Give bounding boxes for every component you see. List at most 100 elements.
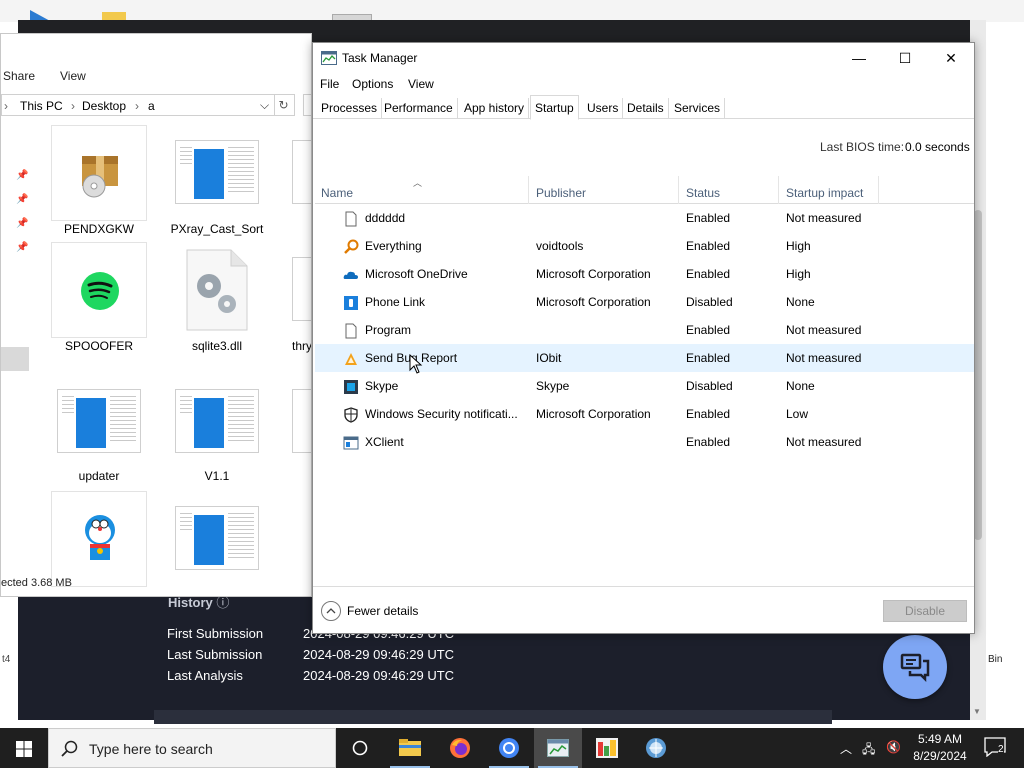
file-item[interactable] [289,376,311,494]
chevron-down-icon[interactable]: ⌵ [260,98,269,113]
tab-performance[interactable]: Performance [380,98,458,119]
file-item[interactable]: PENDXGKW [51,125,147,243]
file-name: PENDXGKW [63,222,134,236]
table-row[interactable]: Everything voidtools Enabled High [315,232,974,260]
minimize-button[interactable]: — [836,43,882,73]
taskbar-app-colors[interactable] [583,728,631,768]
notification-center-icon[interactable]: 2 [984,737,1006,760]
row-name: XClient [365,435,404,449]
row-impact: Low [786,407,809,421]
address-bar[interactable]: › This PC › Desktop › a ⌵ [1,94,275,116]
explorer-ribbon: Share View [1,64,311,86]
chevron-up-icon[interactable] [321,601,341,621]
task-manager-taskbar-icon [547,739,569,757]
tab-processes[interactable]: Processes [317,98,383,119]
chevron-right-icon: › [135,99,139,113]
clock-date[interactable]: 8/29/2024 [908,749,972,763]
taskbar-file-explorer[interactable] [386,728,434,768]
column-headers: ︿ Name Publisher Status Startup impact [315,176,974,204]
ribbon-view-tab[interactable]: View [60,69,86,83]
taskbar-globe-app[interactable] [632,728,680,768]
file-item[interactable]: thry [289,242,312,360]
file-item[interactable] [169,491,265,581]
row-status: Enabled [686,239,731,253]
scrollbar-thumb[interactable] [974,210,982,540]
tab-app-history[interactable]: App history [460,98,530,119]
pin-icon[interactable]: 📌 [16,218,28,229]
pin-icon[interactable]: 📌 [16,242,28,253]
table-row[interactable]: Program Enabled Not measured [315,316,974,344]
nav-selected-item[interactable] [1,347,29,371]
file-item[interactable]: SPOOOFER [51,242,147,360]
row-impact: None [786,379,815,393]
taskbar-search-box[interactable]: Type here to search [48,728,336,768]
column-header-name[interactable]: Name [315,176,529,204]
task-view-button[interactable] [336,728,384,768]
refresh-icon[interactable]: ↻ [273,94,295,116]
task-manager-app-icon [321,51,337,65]
chat-button[interactable] [883,635,947,699]
file-name: sqlite3.dll [191,339,243,353]
fewer-details-link[interactable]: Fewer details [347,604,418,618]
task-manager-titlebar[interactable]: Task Manager — ☐ ✕ [313,43,974,73]
row-status: Enabled [686,407,731,421]
taskbar-chrome[interactable] [485,728,533,768]
magnifier-icon [344,239,359,254]
table-row[interactable]: Phone Link Microsoft Corporation Disable… [315,288,974,316]
breadcrumb-desktop[interactable]: Desktop [82,99,126,113]
tab-details[interactable]: Details [623,98,669,119]
tab-startup[interactable]: Startup [530,95,579,120]
table-row[interactable]: Skype Skype Disabled None [315,372,974,400]
file-item[interactable]: sqlite3.dll [169,242,265,360]
start-button[interactable] [0,728,48,768]
tab-users[interactable]: Users [583,98,624,119]
scroll-down-arrow-icon[interactable]: ▼ [973,707,981,716]
table-row[interactable]: XClient Enabled Not measured [315,428,974,456]
file-item[interactable]: PXray_Cast_Sort [169,125,265,243]
column-header-status[interactable]: Status [679,176,779,204]
file-item[interactable] [51,491,147,587]
mouse-cursor-icon [409,354,423,374]
file-item[interactable] [289,125,311,243]
menu-file[interactable]: File [320,77,339,91]
taskbar-firefox[interactable] [436,728,484,768]
search-box-edge[interactable] [303,94,311,116]
firefox-icon [450,738,470,758]
row-name: Microsoft OneDrive [365,267,468,281]
taskbar-task-manager[interactable] [534,728,582,768]
network-icon[interactable]: 🖧 [862,740,875,761]
row-name: Phone Link [365,295,426,309]
file-item[interactable]: updater [51,376,147,494]
ribbon-share-tab[interactable]: Share [3,69,35,83]
phone-link-icon [344,296,358,310]
info-icon[interactable]: ⓘ [216,595,229,610]
menu-options[interactable]: Options [352,77,393,91]
volume-muted-icon[interactable]: 🔇 [886,740,901,754]
table-row[interactable]: Windows Security notificati... Microsoft… [315,400,974,428]
row-publisher: Microsoft Corporation [536,267,651,281]
close-button[interactable]: ✕ [928,43,974,73]
row-impact: Not measured [786,323,862,337]
breadcrumb-a[interactable]: a [148,99,155,113]
history-title-text: History [168,595,213,610]
maximize-button[interactable]: ☐ [882,43,928,73]
column-header-startup-impact[interactable]: Startup impact [779,176,879,204]
row-publisher: voidtools [536,239,584,253]
disable-button[interactable]: Disable [883,600,967,622]
file-name: thry [292,339,312,353]
pin-icon[interactable]: 📌 [16,170,28,181]
clock-time[interactable]: 5:49 AM [908,732,972,746]
table-row[interactable]: dddddd Enabled Not measured [315,204,974,232]
row-name: Windows Security notificati... [365,407,518,421]
chevron-up-icon[interactable]: ︿ [840,740,852,757]
search-placeholder: Type here to search [89,741,213,757]
explorer-titlebar[interactable] [1,34,311,48]
table-row[interactable]: Microsoft OneDrive Microsoft Corporation… [315,260,974,288]
tab-services[interactable]: Services [670,98,726,119]
breadcrumb-this-pc[interactable]: This PC [20,99,63,113]
file-item[interactable]: V1.1 [169,376,265,494]
column-header-publisher[interactable]: Publisher [529,176,679,204]
menu-view[interactable]: View [408,77,434,91]
pin-icon[interactable]: 📌 [16,194,28,205]
chat-bubbles-icon [900,653,930,683]
